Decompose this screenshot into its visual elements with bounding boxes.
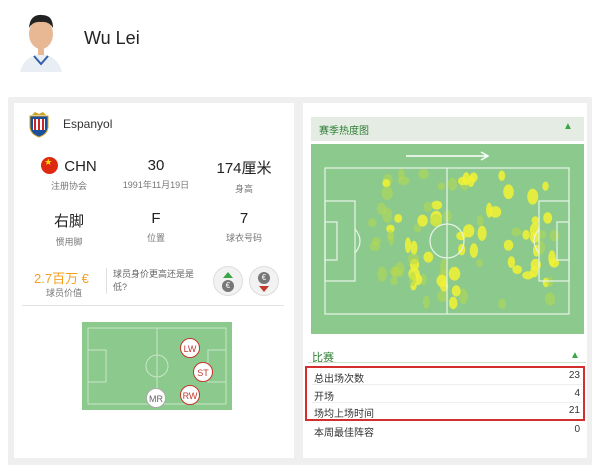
heat-spot (543, 212, 553, 224)
heat-spot (498, 170, 506, 182)
market-value: 2.7百万 € (34, 271, 89, 286)
market-value-question: 球员身价更高还是是低? (106, 268, 206, 294)
heat-spot (544, 292, 556, 306)
heat-spot (507, 256, 516, 268)
heat-spot (456, 231, 466, 241)
heat-spot (394, 214, 403, 223)
heat-spot (381, 186, 393, 201)
heatmap-pitch (311, 144, 584, 334)
position-marker: RW (180, 385, 200, 405)
heat-spot (503, 184, 514, 200)
player-name: Wu Lei (84, 28, 140, 48)
heat-spot (417, 214, 428, 227)
heat-spot (382, 179, 391, 188)
stat-value: 右脚 (53, 213, 84, 230)
euro-coin-icon: € (222, 280, 234, 292)
row-label: 本周最佳阵容 (314, 428, 374, 439)
heat-spot (527, 188, 539, 205)
stat-label: 1991年11月19日 (122, 180, 190, 190)
stat-age: 30 1991年11月19日 (112, 157, 200, 191)
heat-spot (368, 218, 377, 227)
heat-spot (376, 202, 387, 215)
heat-spot (548, 250, 556, 266)
stat-value: F (151, 210, 161, 227)
heat-spot (431, 200, 443, 210)
stat-value: 7 (239, 210, 249, 227)
stat-nationality: CHN 注册协会 (34, 157, 104, 192)
heat-spot (389, 266, 402, 277)
heat-spot (522, 229, 530, 240)
position-marker: LW (180, 338, 200, 358)
heat-spot (448, 296, 458, 310)
stat-value: 30 (147, 157, 165, 174)
heat-spot (447, 177, 458, 191)
stat-value: 174厘米 (216, 160, 272, 177)
chevron-up-icon[interactable]: ▲ (563, 121, 573, 132)
arrow-up-icon (223, 272, 233, 278)
stat-label: 惯用脚 (55, 237, 83, 247)
heat-spot (469, 243, 479, 258)
stat-label: 身高 (234, 184, 253, 194)
heat-spot (448, 266, 461, 281)
china-flag-icon (41, 157, 59, 174)
position-pitch: LW ST RW MR (82, 322, 232, 410)
club-name[interactable]: Espanyol (63, 117, 112, 131)
heat-spot (422, 295, 430, 309)
heat-spot (498, 298, 507, 310)
heat-spot (418, 168, 429, 180)
divider (308, 362, 586, 363)
heat-spot (522, 271, 534, 280)
highlight-box (305, 366, 585, 421)
market-value-label: 球员价值 (45, 288, 82, 298)
stat-label: 位置 (146, 233, 165, 243)
heat-spot (423, 251, 434, 263)
stat-label: 注册协会 (50, 181, 87, 191)
player-avatar (16, 6, 66, 72)
stat-value: CHN (64, 158, 97, 175)
club-logo-icon[interactable] (28, 112, 50, 138)
heat-spot (476, 214, 484, 227)
player-header: Wu Lei (0, 0, 600, 84)
divider (22, 305, 284, 306)
stat-foot: 右脚 惯用脚 (34, 210, 104, 248)
euro-coin-icon: € (258, 272, 270, 284)
heat-spot (486, 202, 493, 218)
heat-spot (436, 274, 448, 288)
vote-higher-button[interactable]: € (213, 266, 243, 296)
heatmap-title: 赛季热度图 (319, 126, 369, 137)
stat-position: F 位置 (112, 210, 200, 244)
heat-spot (377, 266, 387, 282)
heat-spot (542, 181, 549, 191)
heat-spot (531, 216, 539, 225)
heat-spot (476, 259, 483, 268)
vote-lower-button[interactable]: € (249, 266, 279, 296)
arrow-down-icon (259, 286, 269, 292)
heat-spot (511, 227, 522, 237)
heat-spot (451, 285, 461, 297)
table-row: 本周最佳阵容 0 (312, 422, 582, 439)
stat-height: 174厘米 身高 (208, 157, 280, 195)
heat-spot (503, 239, 514, 251)
heat-spot (467, 175, 475, 187)
heat-spot (386, 229, 394, 241)
heat-spot (546, 276, 554, 287)
stat-shirt-number: 7 球衣号码 (208, 210, 280, 244)
heat-spot (398, 168, 405, 180)
stat-label: 球衣号码 (225, 233, 262, 243)
heat-spot (477, 225, 487, 241)
heat-spot (407, 253, 420, 265)
heat-spot (371, 237, 381, 246)
position-marker: MR (146, 388, 166, 408)
heat-spot (512, 265, 522, 275)
position-marker: ST (193, 362, 213, 382)
heat-spot (423, 201, 433, 212)
heat-spot (410, 240, 418, 255)
heat-spot (549, 229, 560, 242)
chevron-up-icon[interactable]: ▲ (570, 350, 580, 361)
row-value: 0 (574, 424, 580, 435)
heat-spot (404, 237, 412, 253)
heat-spot (409, 272, 417, 287)
heat-spot (437, 182, 445, 191)
